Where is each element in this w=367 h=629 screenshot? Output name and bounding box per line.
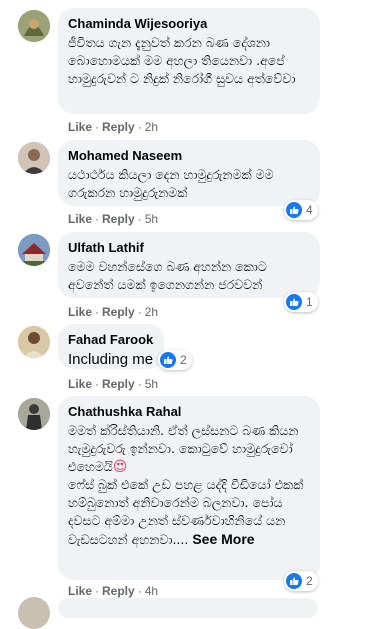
reply-button[interactable]: Reply (102, 377, 135, 391)
next-comment-bubble (58, 598, 318, 618)
comment-bubble: Fahad Farook Including me (58, 324, 164, 369)
like-button[interactable]: Like (68, 120, 92, 134)
like-button[interactable]: Like (68, 212, 92, 226)
comment-actions: Like · Reply · 5h (68, 377, 159, 391)
commenter-name[interactable]: Chathushka Rahal (68, 403, 310, 420)
reaction-count[interactable]: 2 (284, 571, 318, 591)
commenter-name[interactable]: Chaminda Wijesooriya (68, 15, 310, 32)
heart-eyes-emoji-icon: 😍 (112, 459, 128, 475)
comment-actions: Like · Reply · 4h (68, 584, 159, 598)
like-icon (286, 573, 302, 589)
reply-button[interactable]: Reply (102, 120, 135, 134)
comment-text: ජීවිතය ගැන දැනුවත් කරන බණ දේශනා බොහොමයක්… (68, 35, 296, 86)
commenter-name[interactable]: Ulfath Lathif (68, 239, 310, 256)
comment-text: මමත් ක්රිස්තියානි. ඒත් ලස්සනට බණ කියන හැ… (68, 423, 304, 547)
comment-text: යථාර්ථය කියලා දෙන හාමුදුරුනමක් මම ගරුකරන… (68, 167, 274, 200)
like-button[interactable]: Like (68, 305, 92, 319)
reply-button[interactable]: Reply (102, 305, 135, 319)
comment-timestamp[interactable]: 2h (145, 305, 158, 319)
like-icon (160, 352, 176, 368)
comment-actions: Like · Reply · 5h (68, 212, 159, 226)
comment-text: Including me (68, 351, 154, 368)
comment-bubble: Mohamed Naseem යථාර්ථය කියලා දෙන හාමුදුර… (58, 140, 320, 206)
commenter-name[interactable]: Mohamed Naseem (68, 147, 310, 164)
like-button[interactable]: Like (68, 377, 92, 391)
like-icon (286, 294, 302, 310)
see-more-link[interactable]: See More (192, 531, 254, 547)
comment-text: මෙම වහන්සේගෙ බණ අහන්න කොට අවනේත් යමක් ඉග… (68, 259, 267, 292)
comment-actions: Like · Reply · 2h (68, 120, 159, 134)
comment-timestamp[interactable]: 5h (145, 212, 158, 226)
like-button[interactable]: Like (68, 584, 92, 598)
reaction-count[interactable]: 2 (158, 350, 192, 370)
comment-timestamp[interactable]: 4h (145, 584, 158, 598)
comment-bubble: Chathushka Rahal මමත් ක්රිස්තියානි. ඒත් … (58, 396, 320, 580)
avatar[interactable] (18, 398, 50, 430)
reaction-count[interactable]: 1 (284, 292, 318, 312)
comment-timestamp[interactable]: 2h (145, 120, 158, 134)
comment-timestamp[interactable]: 5h (145, 377, 158, 391)
avatar[interactable] (18, 142, 50, 174)
reaction-count[interactable]: 4 (284, 200, 318, 220)
like-icon (286, 202, 302, 218)
avatar[interactable] (18, 10, 50, 42)
commenter-name[interactable]: Fahad Farook (68, 331, 154, 348)
reply-button[interactable]: Reply (102, 584, 135, 598)
avatar[interactable] (18, 326, 50, 358)
avatar[interactable] (18, 234, 50, 266)
next-comment-avatar (18, 597, 50, 629)
comment-bubble: Ulfath Lathif මෙම වහන්සේගෙ බණ අහන්න කොට … (58, 232, 320, 298)
reply-button[interactable]: Reply (102, 212, 135, 226)
comment-actions: Like · Reply · 2h (68, 305, 159, 319)
comment-bubble: Chaminda Wijesooriya ජීවිතය ගැන දැනුවත් … (58, 8, 320, 114)
